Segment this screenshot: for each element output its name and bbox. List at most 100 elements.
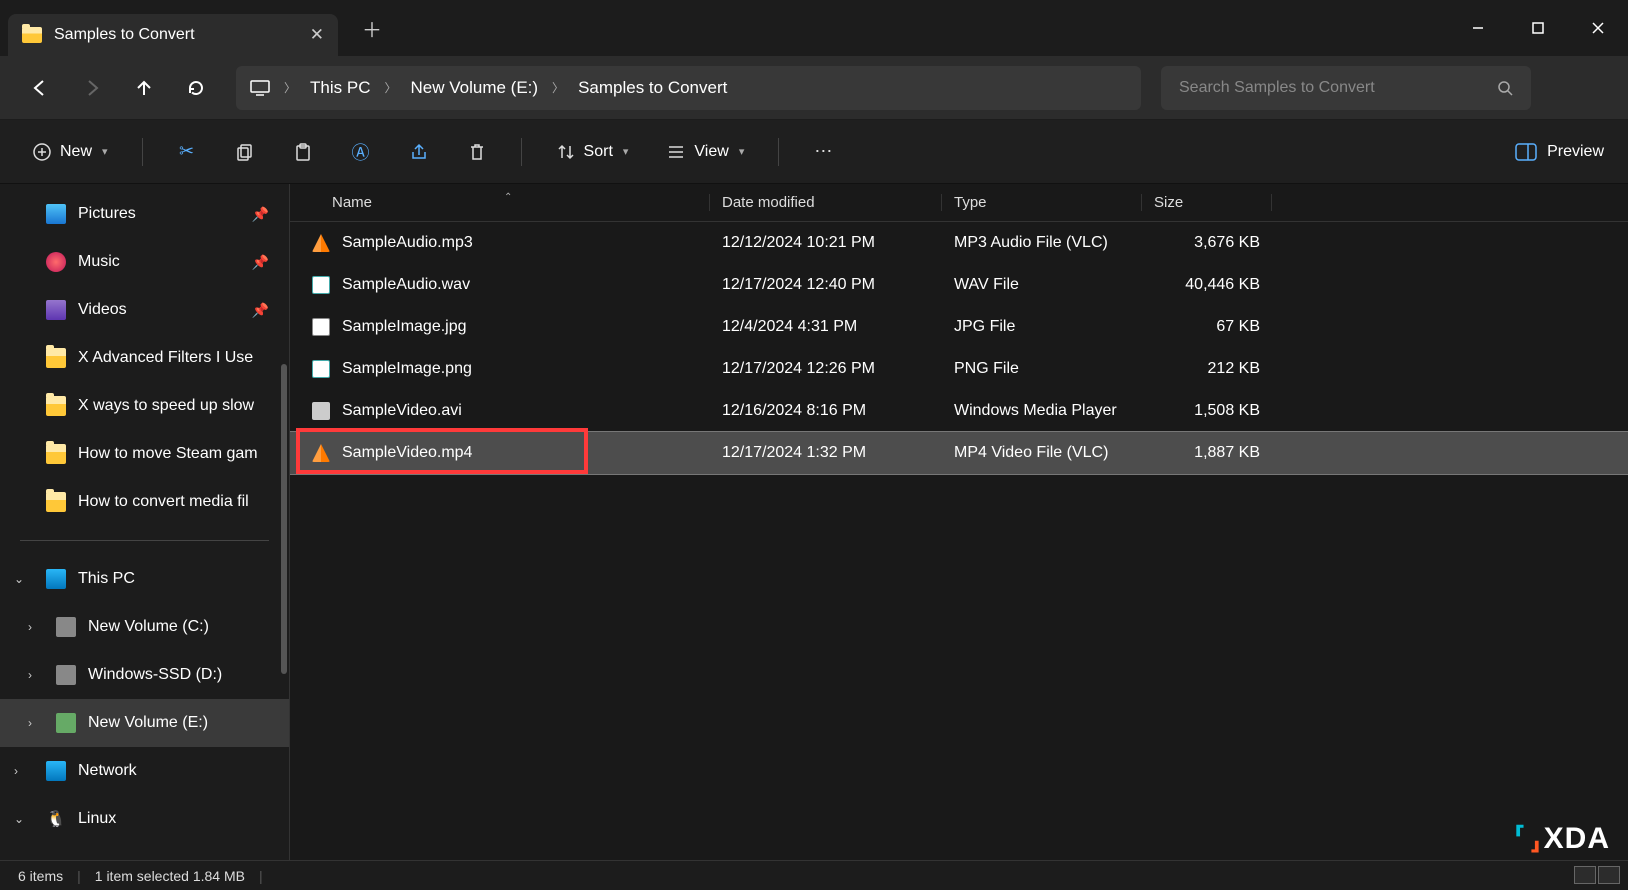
column-name[interactable]: Name⌃ <box>290 194 710 211</box>
copy-button[interactable] <box>227 136 263 168</box>
sidebar-item-thispc[interactable]: ⌄This PC <box>0 555 289 603</box>
chevron-right-icon[interactable]: 〉 <box>284 79 296 96</box>
chevron-right-icon[interactable]: › <box>14 764 18 778</box>
breadcrumb-drive[interactable]: New Volume (E:) <box>411 78 539 98</box>
file-row[interactable]: SampleImage.jpg12/4/2024 4:31 PMJPG File… <box>290 306 1628 348</box>
view-toggle[interactable] <box>1574 866 1620 884</box>
sort-label: Sort <box>584 143 613 161</box>
sidebar-item-folder3[interactable]: How to move Steam gam <box>0 430 289 478</box>
sidebar-label: How to convert media fil <box>78 493 249 511</box>
file-list[interactable]: Name⌃ Date modified Type Size SampleAudi… <box>290 184 1628 860</box>
sidebar-label: Music <box>78 253 120 271</box>
sidebar-item-drive-d[interactable]: ›Windows-SSD (D:) <box>0 651 289 699</box>
folder-icon <box>22 27 42 43</box>
preview-pane-icon <box>1515 143 1537 161</box>
file-row[interactable]: SampleAudio.wav12/17/2024 12:40 PMWAV Fi… <box>290 264 1628 306</box>
sidebar-label: Videos <box>78 301 127 319</box>
close-window-button[interactable] <box>1568 6 1628 50</box>
view-button[interactable]: View ▾ <box>658 136 752 168</box>
file-type: Windows Media Player <box>942 402 1142 420</box>
column-type[interactable]: Type <box>942 194 1142 211</box>
sidebar-item-folder2[interactable]: X ways to speed up slow <box>0 382 289 430</box>
preview-button[interactable]: Preview <box>1515 143 1604 161</box>
breadcrumb-root[interactable]: This PC <box>310 78 370 98</box>
file-date: 12/17/2024 1:32 PM <box>710 444 942 462</box>
new-tab-button[interactable]: ＋ <box>362 14 382 43</box>
sidebar[interactable]: Pictures📌 Music 📌 Videos 📌 X Advanced Filt… <box>0 184 290 860</box>
file-date: 12/17/2024 12:26 PM <box>710 360 942 378</box>
sidebar-label: Network <box>78 762 137 780</box>
new-button[interactable]: New ▾ <box>24 136 116 168</box>
forward-button[interactable] <box>70 68 114 108</box>
file-name: SampleVideo.mp4 <box>342 444 472 462</box>
chevron-right-icon[interactable]: 〉 <box>384 79 396 96</box>
chevron-down-icon: ▾ <box>739 145 745 158</box>
sidebar-item-music[interactable]: Music 📌 <box>0 238 289 286</box>
pin-icon[interactable]: 📌 <box>252 302 269 319</box>
minimize-button[interactable] <box>1448 6 1508 50</box>
folder-icon <box>46 396 66 416</box>
address-bar[interactable]: 〉 This PC 〉 New Volume (E:) 〉 Samples to… <box>236 66 1141 110</box>
search-box[interactable]: Search Samples to Convert <box>1161 66 1531 110</box>
status-count: 6 items <box>18 868 63 884</box>
scrollbar[interactable] <box>281 364 287 674</box>
view-label: View <box>694 143 728 161</box>
monitor-icon <box>250 80 270 96</box>
back-button[interactable] <box>18 68 62 108</box>
file-row[interactable]: SampleVideo.mp412/17/2024 1:32 PMMP4 Vid… <box>290 432 1628 474</box>
sort-indicator-icon: ⌃ <box>504 192 512 203</box>
tab-title: Samples to Convert <box>54 26 298 44</box>
more-icon: ⋯ <box>813 142 833 162</box>
thumbnail-view-button[interactable] <box>1598 866 1620 884</box>
chevron-down-icon[interactable]: ⌄ <box>14 572 24 586</box>
chevron-right-icon[interactable]: › <box>28 668 32 682</box>
column-size[interactable]: Size <box>1142 194 1272 211</box>
file-row[interactable]: SampleAudio.mp312/12/2024 10:21 PMMP3 Au… <box>290 222 1628 264</box>
file-row[interactable]: SampleImage.png12/17/2024 12:26 PMPNG Fi… <box>290 348 1628 390</box>
view-icon <box>666 142 686 162</box>
delete-button[interactable] <box>459 136 495 168</box>
sidebar-item-drive-c[interactable]: ›New Volume (C:) <box>0 603 289 651</box>
sidebar-item-pictures[interactable]: Pictures📌 <box>0 190 289 238</box>
tab-active[interactable]: Samples to Convert ✕ <box>8 14 338 56</box>
sidebar-item-network[interactable]: › Network <box>0 747 289 795</box>
file-icon <box>312 234 330 252</box>
chevron-down-icon: ▾ <box>623 145 629 158</box>
sort-button[interactable]: Sort ▾ <box>548 136 637 168</box>
toolbar: New ▾ ✂ Ⓐ Sort ▾ View ▾ ⋯ Preview <box>0 120 1628 184</box>
chevron-right-icon[interactable]: › <box>28 620 32 634</box>
pin-icon[interactable]: 📌 <box>252 206 269 223</box>
monitor-icon <box>46 569 66 589</box>
column-headers[interactable]: Name⌃ Date modified Type Size <box>290 184 1628 222</box>
paste-button[interactable] <box>285 136 321 168</box>
share-button[interactable] <box>401 136 437 168</box>
chevron-down-icon: ▾ <box>102 145 108 158</box>
breadcrumb-folder[interactable]: Samples to Convert <box>578 78 727 98</box>
file-name: SampleImage.png <box>342 360 472 378</box>
bracket-icon: ⸢ <box>1514 821 1527 856</box>
chevron-right-icon[interactable]: 〉 <box>552 79 564 96</box>
sidebar-item-folder4[interactable]: How to convert media fil <box>0 478 289 526</box>
refresh-button[interactable] <box>174 68 218 108</box>
chevron-right-icon[interactable]: › <box>28 716 32 730</box>
videos-icon <box>46 300 66 320</box>
pin-icon[interactable]: 📌 <box>252 254 269 271</box>
window-controls <box>1448 6 1628 50</box>
chevron-down-icon[interactable]: ⌄ <box>14 812 24 826</box>
more-button[interactable]: ⋯ <box>805 136 841 168</box>
file-date: 12/17/2024 12:40 PM <box>710 276 942 294</box>
file-size: 3,676 KB <box>1142 234 1272 252</box>
sidebar-item-folder1[interactable]: X Advanced Filters I Use <box>0 334 289 382</box>
cut-button[interactable]: ✂ <box>169 136 205 168</box>
maximize-button[interactable] <box>1508 6 1568 50</box>
details-view-button[interactable] <box>1574 866 1596 884</box>
sidebar-item-linux[interactable]: ⌄🐧Linux <box>0 795 289 843</box>
column-date[interactable]: Date modified <box>710 194 942 211</box>
file-size: 1,887 KB <box>1142 444 1272 462</box>
sidebar-item-videos[interactable]: Videos 📌 <box>0 286 289 334</box>
rename-button[interactable]: Ⓐ <box>343 136 379 168</box>
sidebar-item-drive-e[interactable]: ›New Volume (E:) <box>0 699 289 747</box>
close-tab-icon[interactable]: ✕ <box>310 25 324 45</box>
up-button[interactable] <box>122 68 166 108</box>
file-row[interactable]: SampleVideo.avi12/16/2024 8:16 PMWindows… <box>290 390 1628 432</box>
